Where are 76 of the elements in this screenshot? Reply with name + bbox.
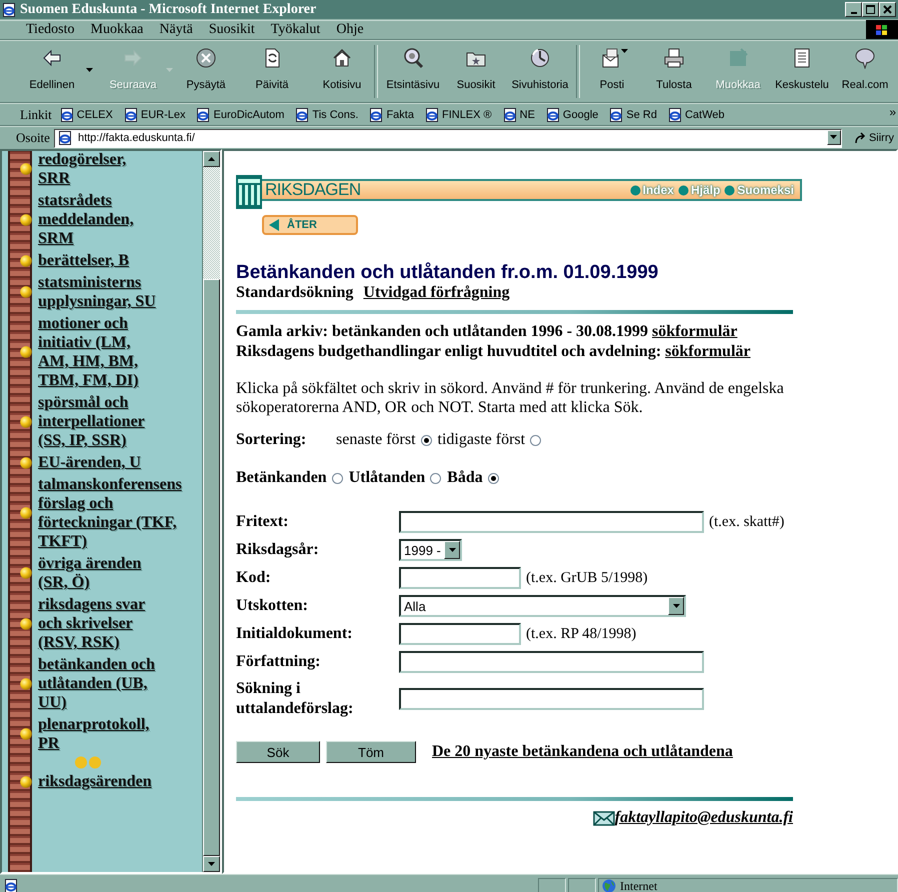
select-field[interactable]: Alla xyxy=(399,595,686,617)
sidebar-link[interactable]: spörsmål och interpellationer (SS, IP, SSR) xyxy=(38,393,156,450)
address-field[interactable]: http://fakta.eduskunta.fi/ xyxy=(54,128,842,148)
menu-item[interactable]: Ohje xyxy=(328,22,372,38)
option-label: Utlåtanden xyxy=(348,469,426,487)
menu-item[interactable]: Näytä xyxy=(151,22,201,38)
option-label: Betänkanden xyxy=(236,469,327,487)
link-button[interactable]: EuroDicAutom xyxy=(196,108,284,122)
toolbar-button[interactable]: Sivuhistoria xyxy=(506,41,574,102)
field-label: Initialdokument: xyxy=(236,624,354,644)
link-button[interactable]: FINLEX ® xyxy=(424,108,492,122)
form-button[interactable]: Sök xyxy=(236,741,320,763)
sidebar-link[interactable]: riksdagsärenden xyxy=(38,772,156,791)
hint-text: (t.ex. GrUB 5/1998) xyxy=(526,570,648,586)
page-heading: Betänkanden och utlåtanden fr.o.m. 01.09.1999 xyxy=(236,262,660,284)
toolbar-button[interactable]: Edellinen xyxy=(18,41,86,102)
more-links-button[interactable]: » xyxy=(889,105,896,119)
toolbar-button[interactable]: Päivitä xyxy=(232,41,312,102)
sort-label: Sortering: xyxy=(236,431,308,449)
search-tab[interactable]: Utvidgad förfrågning xyxy=(363,284,510,302)
links-label: Linkit xyxy=(20,106,52,122)
form-button[interactable]: Töm xyxy=(326,741,416,763)
toolbar-button[interactable]: Suosikit xyxy=(446,41,506,102)
menu-item[interactable]: Työkalut xyxy=(262,22,328,38)
sidebar-link[interactable]: riksdagens svar och skrivelser (RSV, RSK) xyxy=(38,595,156,652)
toolbar-button[interactable]: Real.com xyxy=(834,41,896,102)
hint-text: (t.ex. skatt#) xyxy=(709,514,784,530)
toolbar-button[interactable]: Etsintäsivu xyxy=(380,41,446,102)
form-link[interactable]: sökformulär xyxy=(665,343,750,360)
email-link[interactable]: faktayllapito@eduskunta.fi xyxy=(614,809,793,827)
toolbar-button[interactable]: Pysäytä xyxy=(180,41,232,102)
toolbar-button[interactable]: Keskustelu xyxy=(770,41,834,102)
link-button[interactable]: NE xyxy=(502,108,535,122)
address-label: Osoite xyxy=(16,130,50,146)
field-label: Riksdagsår: xyxy=(236,540,320,560)
sidebar-link[interactable]: motioner och initiativ (LM, AM, HM, BM, TBM, FM, DI) xyxy=(38,314,156,390)
sidebar-link[interactable]: berättelser, B xyxy=(38,251,156,270)
toolbar-button[interactable]: Kotisivu xyxy=(312,41,372,102)
field-label: Fritext: xyxy=(236,512,290,532)
menu-item[interactable]: Tiedosto xyxy=(18,22,83,38)
sidebar-link[interactable]: plenarprotokoll, PR xyxy=(38,715,156,753)
form-link[interactable]: sökformulär xyxy=(652,323,738,340)
link-button[interactable]: Google xyxy=(546,108,598,122)
archive-text: Riksdagens budgethandlingar enligt huvudtitel och avdelning: sökformulär xyxy=(236,342,752,362)
site-title: RIKSDAGEN xyxy=(265,180,362,200)
go-button[interactable]: Siirry xyxy=(846,132,898,144)
toolbar-button[interactable]: Tulosta xyxy=(642,41,706,102)
sidebar-link[interactable]: betänkanden och utlåtanden (UB, UU) xyxy=(38,655,156,712)
field-label: Utskotten: xyxy=(236,596,309,616)
option-label: senaste först xyxy=(336,431,416,449)
field-label: Sökning i uttalandeförslag: xyxy=(236,679,354,719)
link-button[interactable]: Tis Cons. xyxy=(295,108,358,122)
option-label: tidigaste först xyxy=(438,431,526,449)
latest-link[interactable]: De 20 nyaste betänkandena och utlåtandena xyxy=(432,743,733,761)
sidebar-link[interactable]: övriga ärenden (SR, Ö) xyxy=(38,554,156,592)
menu-item[interactable]: Suosikit xyxy=(200,22,263,38)
sidebar-link[interactable]: EU-ärenden, U xyxy=(38,453,156,472)
window-title: Suomen Eduskunta - Microsoft Internet Explorer xyxy=(20,2,318,18)
instructions-text: Klicka på sökfältet och skriv in sökord. Använd # för trunkering. Använd de engelska sökoperatorerna AND, OR och NOT. Starta med att klicka Sök. xyxy=(236,379,785,417)
select-field[interactable]: 1999 - xyxy=(399,539,462,561)
option-label: Båda xyxy=(447,469,483,487)
hint-text: (t.ex. RP 48/1998) xyxy=(526,626,636,642)
back-button[interactable]: ÅTER xyxy=(262,215,358,235)
sidebar-link[interactable]: talmanskonferensens förslag och förteckningar (TKF, TKFT) xyxy=(38,475,182,551)
field-label: Författning: xyxy=(236,652,322,672)
zone-indicator: Internet xyxy=(598,878,898,892)
link-button[interactable]: Fakta xyxy=(369,108,414,122)
search-tab[interactable]: Standardsökning xyxy=(236,284,354,302)
archive-text: Gamla arkiv: betänkanden och utlåtanden 1996 - 30.08.1999 sökformulär xyxy=(236,322,738,342)
link-button[interactable]: CatWeb xyxy=(668,108,725,122)
link-button[interactable]: Se Rd xyxy=(609,108,657,122)
toolbar-button[interactable]: Posti xyxy=(582,41,642,102)
field-label: Kod: xyxy=(236,568,272,588)
menu-item[interactable]: Muokkaa xyxy=(82,22,152,38)
link-button[interactable]: EUR-Lex xyxy=(124,108,186,122)
link-button[interactable]: CELEX xyxy=(60,108,113,122)
